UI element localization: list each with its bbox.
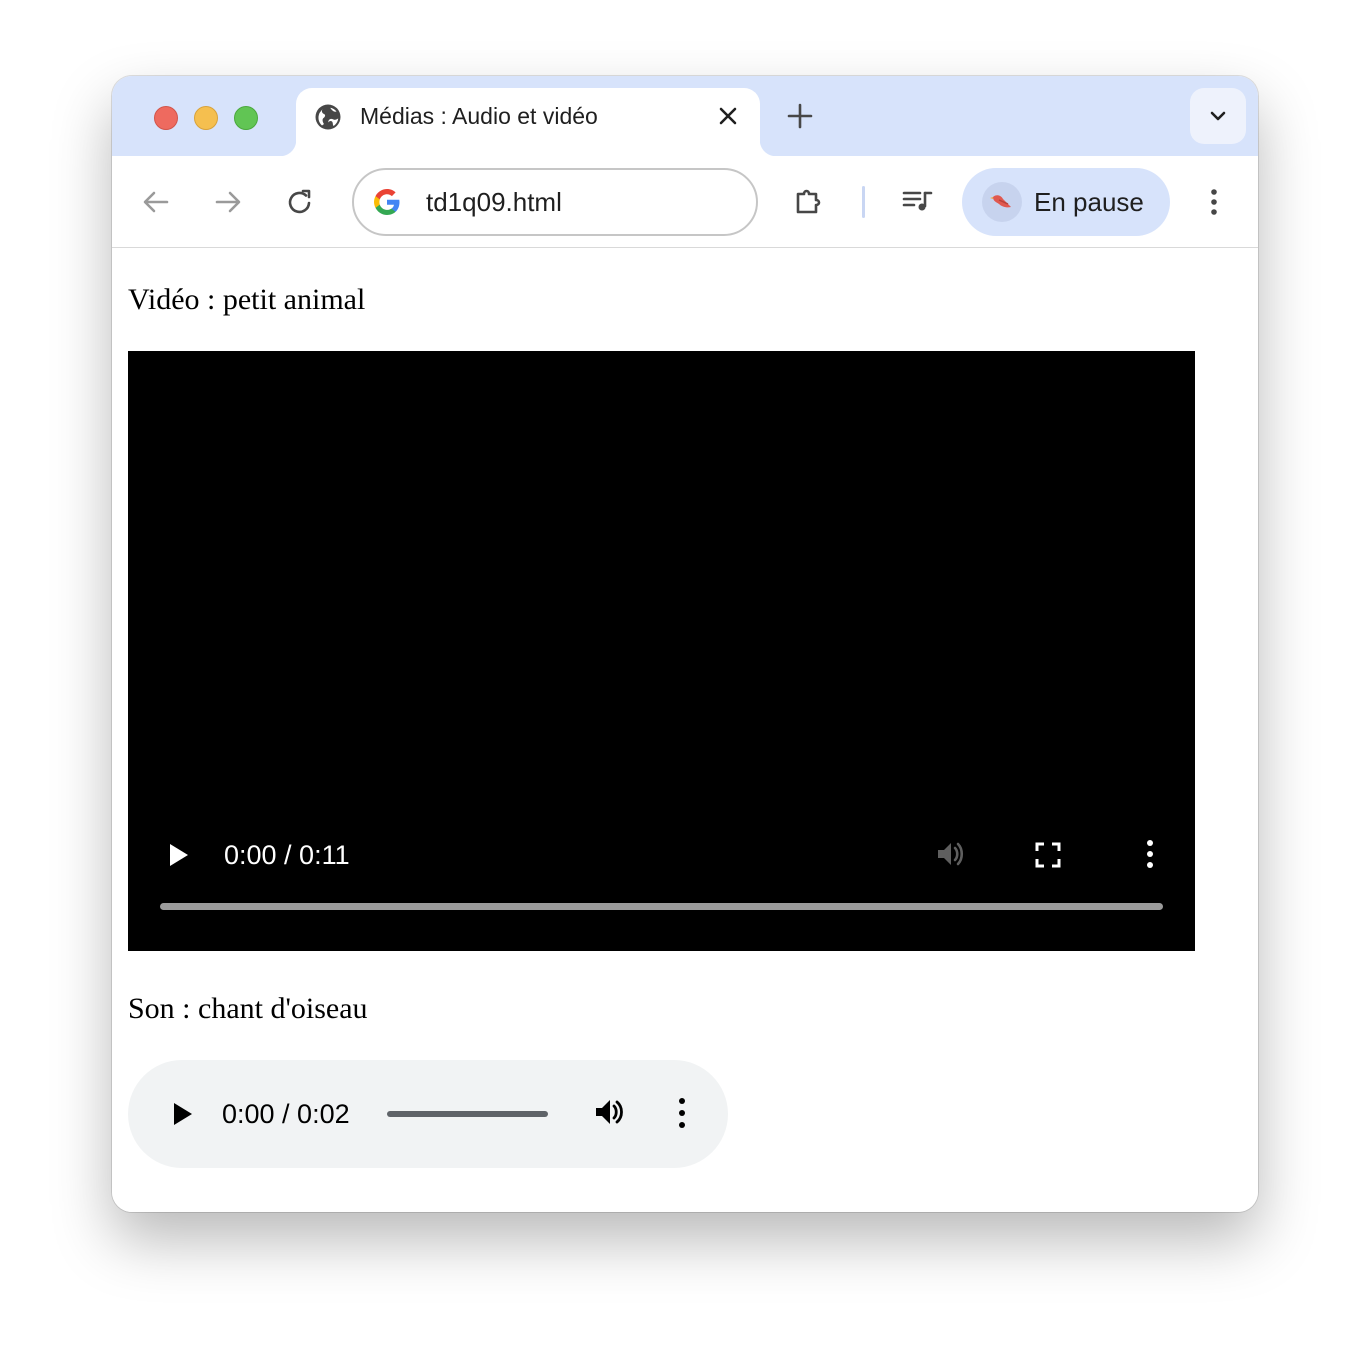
google-icon xyxy=(374,189,400,215)
audio-progress-bar[interactable] xyxy=(387,1111,548,1117)
new-tab-icon[interactable] xyxy=(786,102,814,130)
tab-title: Médias : Audio et vidéo xyxy=(360,103,598,129)
profile-label: En pause xyxy=(1034,187,1144,217)
minimize-window-button[interactable] xyxy=(194,106,218,130)
fullscreen-icon[interactable] xyxy=(1034,841,1062,869)
profile-chip[interactable]: En pause xyxy=(962,168,1170,236)
maximize-window-button[interactable] xyxy=(234,106,258,130)
tab-active[interactable]: Médias : Audio et vidéo xyxy=(280,88,776,156)
close-window-button[interactable] xyxy=(154,106,178,130)
volume-icon[interactable] xyxy=(592,1094,628,1130)
browser-toolbar: td1q09.html En pause xyxy=(112,156,1258,248)
toolbar-divider xyxy=(862,186,865,218)
forward-button[interactable] xyxy=(208,182,248,222)
volume-icon[interactable] xyxy=(934,837,968,871)
more-options-icon[interactable] xyxy=(668,1096,696,1130)
forward-icon xyxy=(215,191,241,213)
chevron-down-icon xyxy=(1210,111,1226,121)
play-icon[interactable] xyxy=(168,1100,196,1128)
media-controls-button[interactable] xyxy=(898,182,938,222)
close-tab-icon[interactable] xyxy=(716,104,740,128)
back-button[interactable] xyxy=(136,182,176,222)
browser-window: Médias : Audio et vidéo td1q09.html En p… xyxy=(112,76,1258,1212)
address-bar[interactable]: td1q09.html xyxy=(352,168,758,236)
play-icon[interactable] xyxy=(164,841,192,869)
audio-player[interactable]: 0:00 / 0:02 xyxy=(128,1060,728,1168)
reload-button[interactable] xyxy=(280,182,320,222)
url-text: td1q09.html xyxy=(426,187,562,217)
extensions-icon xyxy=(796,189,821,214)
profile-avatar xyxy=(982,182,1022,222)
menu-icon xyxy=(1211,189,1217,215)
video-heading: Vidéo : petit animal xyxy=(128,283,366,316)
reload-icon xyxy=(288,189,311,214)
audio-heading: Son : chant d'oiseau xyxy=(128,992,368,1025)
media-controls-icon xyxy=(902,191,933,211)
globe-icon xyxy=(315,104,341,130)
extensions-button[interactable] xyxy=(790,182,830,222)
page-content: Vidéo : petit animal 0:00 / 0:11 Son: c… xyxy=(112,248,1258,1212)
audio-time: 0:00 / 0:02 xyxy=(222,1099,350,1129)
video-progress-bar[interactable] xyxy=(160,903,1163,910)
browser-menu-button[interactable] xyxy=(1194,182,1234,222)
video-time: 0:00 / 0:11 xyxy=(224,840,350,870)
more-options-icon[interactable] xyxy=(1136,837,1164,871)
tab-search-button[interactable] xyxy=(1190,88,1246,144)
bird-icon xyxy=(990,195,1011,208)
back-icon xyxy=(143,191,169,213)
tab-strip: Médias : Audio et vidéo xyxy=(112,76,1258,156)
video-player[interactable]: 0:00 / 0:11 xyxy=(128,351,1195,951)
